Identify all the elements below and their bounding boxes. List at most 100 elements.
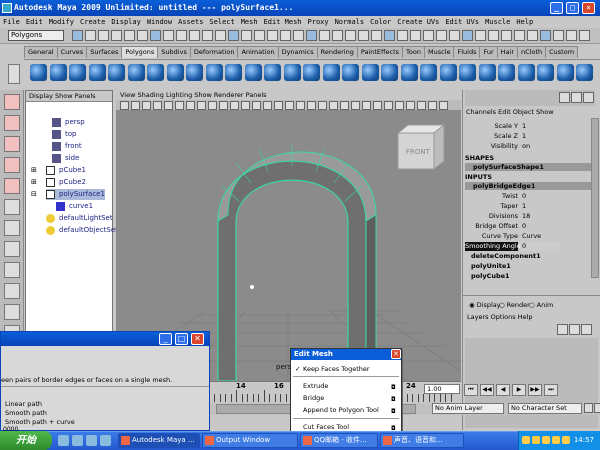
shelf-tool-icon[interactable] bbox=[322, 64, 340, 81]
character-set-dropdown[interactable]: No Character Set bbox=[508, 403, 582, 414]
anim-layer-dropdown[interactable]: No Anim Layer bbox=[432, 403, 504, 414]
tray-icon[interactable] bbox=[532, 436, 540, 444]
expand-toggle-icon[interactable]: ⊟ bbox=[31, 190, 37, 198]
tool-icon[interactable] bbox=[4, 262, 20, 278]
playback-button[interactable]: ⏮ bbox=[464, 384, 478, 396]
layer-mode-render[interactable]: ○ Render bbox=[499, 301, 530, 310]
status-line-icon[interactable] bbox=[514, 30, 525, 41]
option-smooth-path-curve[interactable]: Smooth path + curve bbox=[5, 418, 75, 426]
viewport-tool-icon[interactable] bbox=[285, 101, 294, 110]
option-box-icon[interactable]: ◘ bbox=[391, 396, 396, 403]
status-line-icon[interactable] bbox=[241, 30, 252, 41]
status-line-icon[interactable] bbox=[501, 30, 512, 41]
quicklaunch-icon[interactable] bbox=[58, 435, 69, 446]
attr-bridge-offset-value[interactable]: 0 bbox=[520, 222, 560, 231]
shelf-tool-icon[interactable] bbox=[264, 64, 281, 81]
status-line-icon[interactable] bbox=[124, 30, 135, 41]
shelf-tool-icon[interactable] bbox=[186, 64, 203, 81]
attr-bridge-offset[interactable]: Bridge Offset bbox=[465, 222, 518, 231]
shelf-tool-icon[interactable] bbox=[400, 64, 418, 81]
viewport-tool-icon[interactable] bbox=[340, 101, 349, 110]
maximize-button[interactable]: □ bbox=[175, 333, 188, 345]
menu-assets[interactable]: Assets bbox=[175, 18, 206, 26]
tab-custom[interactable]: Custom bbox=[545, 46, 579, 58]
bridge-item[interactable]: Bridge bbox=[303, 394, 324, 402]
tab-ncloth[interactable]: nCloth bbox=[517, 46, 547, 58]
attr-curve-type[interactable]: Curve Type bbox=[465, 232, 518, 241]
menu-window[interactable]: Window bbox=[144, 18, 175, 26]
start-button[interactable]: 开始 bbox=[0, 431, 52, 450]
channel-box-icon[interactable] bbox=[559, 92, 570, 103]
current-frame-field[interactable]: 1.00 bbox=[424, 384, 460, 394]
viewport-tool-icon[interactable] bbox=[351, 101, 360, 110]
channel-scale-y[interactable]: Scale Y bbox=[465, 122, 518, 131]
shelf-tool-icon[interactable] bbox=[478, 64, 496, 81]
channel-box-icon[interactable] bbox=[571, 92, 582, 103]
status-line-icon[interactable] bbox=[202, 30, 213, 41]
channels-menu[interactable]: Channels Edit Object Show bbox=[463, 107, 600, 117]
status-line-icon[interactable] bbox=[176, 30, 187, 41]
status-line-icon[interactable] bbox=[267, 30, 278, 41]
tab-fluids[interactable]: Fluids bbox=[453, 46, 481, 58]
attr-smoothing-angle[interactable]: Smoothing Angle bbox=[465, 242, 521, 251]
layer-menu[interactable]: Layers Options Help bbox=[467, 313, 533, 322]
tab-deformation[interactable]: Deformation bbox=[189, 46, 239, 58]
shelf-tool-icon[interactable] bbox=[439, 64, 457, 81]
menu-mesh[interactable]: Mesh bbox=[238, 18, 261, 26]
tool-icon[interactable] bbox=[4, 136, 20, 152]
append-polygon-item[interactable]: Append to Polygon Tool bbox=[303, 406, 379, 414]
channel-visibility[interactable]: Visibility bbox=[465, 142, 518, 151]
status-line-icon[interactable] bbox=[306, 30, 317, 41]
shelf-tool-icon[interactable] bbox=[108, 64, 125, 81]
viewport-tool-icon[interactable] bbox=[329, 101, 338, 110]
tool-icon[interactable] bbox=[4, 115, 20, 131]
status-line-icon[interactable] bbox=[358, 30, 369, 41]
shelf-tool-icon[interactable] bbox=[225, 64, 242, 81]
viewport-tool-icon[interactable] bbox=[208, 101, 217, 110]
playback-button[interactable]: ▶▶ bbox=[528, 384, 542, 396]
shelf-tool-icon[interactable] bbox=[498, 64, 515, 81]
status-line-icon[interactable] bbox=[566, 30, 577, 41]
tool-icon[interactable] bbox=[4, 304, 20, 320]
attr-smoothing-angle-value[interactable]: 0 bbox=[520, 242, 560, 251]
outliner-item-defaultlightset[interactable]: defaultLightSet bbox=[46, 213, 113, 224]
shelf-tool-icon[interactable] bbox=[303, 64, 320, 81]
playback-button[interactable]: ◀ bbox=[496, 384, 510, 396]
status-line-icon[interactable] bbox=[462, 30, 473, 41]
menu-normals[interactable]: Normals bbox=[332, 18, 368, 26]
shelf-tool-icon[interactable] bbox=[361, 64, 379, 81]
status-line-icon[interactable] bbox=[254, 30, 265, 41]
shelf-tool-icon[interactable] bbox=[30, 64, 47, 81]
status-line-icon[interactable] bbox=[553, 30, 564, 41]
status-line-icon[interactable] bbox=[72, 30, 83, 41]
tab-polygons[interactable]: Polygons bbox=[121, 46, 159, 58]
cut-faces-item[interactable]: Cut Faces Tool bbox=[303, 423, 349, 431]
menu-edit-uvs[interactable]: Edit UVs bbox=[442, 18, 482, 26]
viewport-tool-icon[interactable] bbox=[197, 101, 206, 110]
status-line-icon[interactable] bbox=[540, 30, 551, 41]
shape-node[interactable]: polySurfaceShape1 bbox=[465, 163, 597, 171]
playback-button[interactable]: ◀◀ bbox=[480, 384, 494, 396]
input-node-polyunite1[interactable]: polyUnite1 bbox=[465, 262, 511, 270]
viewport-tool-icon[interactable] bbox=[153, 101, 162, 110]
status-line-icon[interactable] bbox=[293, 30, 304, 41]
viewport-tool-icon[interactable] bbox=[142, 101, 151, 110]
tool-icon[interactable] bbox=[4, 157, 20, 173]
status-line-icon[interactable] bbox=[488, 30, 499, 41]
shelf-tool-icon[interactable] bbox=[342, 64, 359, 81]
channel-scale-z-value[interactable]: 1 bbox=[520, 132, 560, 141]
outliner-item-side[interactable]: side bbox=[52, 153, 79, 164]
quicklaunch-icon[interactable] bbox=[86, 435, 97, 446]
shelf-tool-icon[interactable] bbox=[381, 64, 398, 81]
tool-icon[interactable] bbox=[4, 220, 20, 236]
viewport-tool-icon[interactable] bbox=[241, 101, 250, 110]
status-line-icon[interactable] bbox=[280, 30, 291, 41]
viewport-tool-icon[interactable] bbox=[230, 101, 239, 110]
outliner-item-curve1[interactable]: curve1 bbox=[56, 201, 93, 212]
viewport-tool-icon[interactable] bbox=[120, 101, 129, 110]
view-cube[interactable]: FRONT bbox=[396, 123, 446, 171]
viewport-tool-icon[interactable] bbox=[274, 101, 283, 110]
viewport-tool-icon[interactable] bbox=[252, 101, 261, 110]
menu-display[interactable]: Display bbox=[108, 18, 144, 26]
tab-toon[interactable]: Toon bbox=[402, 46, 425, 58]
